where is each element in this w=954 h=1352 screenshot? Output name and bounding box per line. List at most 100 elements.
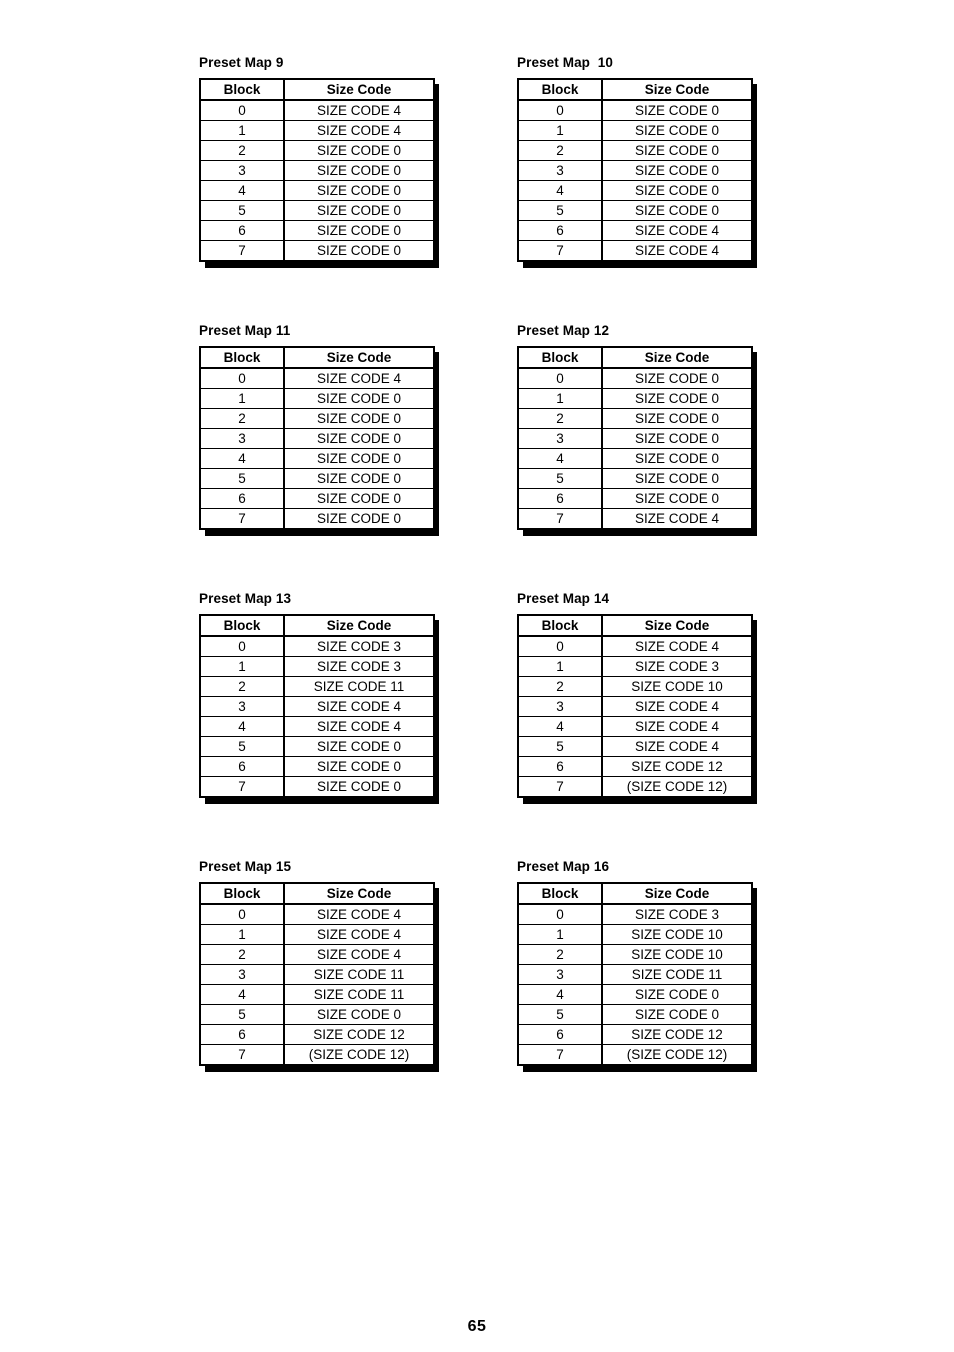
table-row-group-1: Preset Map 9 Block Size Code 0 SIZE CODE 41… xyxy=(199,55,819,268)
column-header-size-code: Size Code xyxy=(601,79,752,101)
table-shadow-wrapper: Block Size Code 0 SIZE CODE 3 1 SIZE CODE 32S… xyxy=(199,614,439,804)
column-header-block: Block xyxy=(200,79,285,101)
table-row: 1 SIZE CODE 3 xyxy=(518,656,752,677)
cell-size-code: SIZE CODE 0 xyxy=(283,408,434,429)
table-header-row: Block Size Code xyxy=(200,79,434,101)
cell-block: 4 xyxy=(518,448,603,469)
column-header-size-code: Size Code xyxy=(601,347,752,369)
table-row: 3 SIZE CODE 4 xyxy=(518,696,752,717)
table-body: Block Size Code 0 SIZE CODE 4 1 SIZE CODE 42S… xyxy=(200,883,434,1065)
preset-map-table: Block Size Code 0 SIZE CODE 3 1 SIZE CODE 10 2… xyxy=(517,882,753,1066)
cell-block: 6 xyxy=(200,756,285,777)
cell-size-code: SIZE CODE 3 xyxy=(601,656,752,677)
table-body: Block Size Code 0 SIZE CODE 4 1 SIZE CODE 02S… xyxy=(200,347,434,529)
cell-block: 1 xyxy=(200,388,285,409)
cell-size-code: SIZE CODE 12 xyxy=(283,1024,434,1045)
table-shadow-wrapper: Block Size Code 0 SIZE CODE 0 1 SIZE CODE 02S… xyxy=(517,346,757,536)
table-row: 2 SIZE CODE 4 xyxy=(200,944,434,965)
table-body: Block Size Code 0 SIZE CODE 4 1 SIZE CODE 32S… xyxy=(518,615,752,797)
cell-block: 6 xyxy=(200,220,285,241)
cell-block: 2 xyxy=(518,676,603,697)
cell-block: 1 xyxy=(200,656,285,677)
cell-size-code: SIZE CODE 4 xyxy=(283,903,434,925)
table-shadow-wrapper: Block Size Code 0 SIZE CODE 4 1 SIZE CODE 32S… xyxy=(517,614,757,804)
table-row: 2 SIZE CODE 0 xyxy=(200,408,434,429)
cell-block: 4 xyxy=(518,180,603,201)
preset-map-block-15: Preset Map 15 Block Size Code 0 SIZE CODE 4… xyxy=(199,859,439,1072)
table-row: 1 SIZE CODE 10 xyxy=(518,924,752,945)
table-row: 4 SIZE CODE 4 xyxy=(200,716,434,737)
cell-block: 0 xyxy=(200,903,285,925)
table-shadow-wrapper: Block Size Code 0 SIZE CODE 0 1 SIZE CODE 02S… xyxy=(517,78,757,268)
table-row: 5 SIZE CODE 0 xyxy=(518,1004,752,1025)
preset-map-title: Preset Map 11 xyxy=(199,323,291,338)
preset-map-title: Preset Map 14 xyxy=(517,591,610,606)
preset-map-block-12: Preset Map 12 Block Size Code 0 SIZE CODE 0… xyxy=(517,324,757,536)
table-row: 7 (SIZE CODE 12) xyxy=(200,1044,434,1065)
cell-block: 1 xyxy=(200,924,285,945)
cell-block: 2 xyxy=(200,408,285,429)
cell-block: 5 xyxy=(200,736,285,757)
cell-block: 6 xyxy=(518,488,603,509)
cell-block: 3 xyxy=(518,160,603,181)
table-row: 2 SIZE CODE 10 xyxy=(518,676,752,697)
table-row: 7 (SIZE CODE 12) xyxy=(518,1044,752,1065)
table-row: 0 SIZE CODE 3 xyxy=(518,903,752,925)
cell-size-code: SIZE CODE 11 xyxy=(283,676,434,697)
cell-size-code: SIZE CODE 0 xyxy=(601,388,752,409)
table-shadow-wrapper: Block Size Code 0 SIZE CODE 4 1 SIZE CODE 02S… xyxy=(199,346,439,536)
table-header-row: Block Size Code xyxy=(518,79,752,101)
cell-size-code: SIZE CODE 4 xyxy=(283,716,434,737)
table-row: 5 SIZE CODE 0 xyxy=(200,1004,434,1025)
column-header-block: Block xyxy=(518,615,603,637)
cell-block: 4 xyxy=(200,180,285,201)
preset-map-title: Preset Map 10 xyxy=(517,55,613,70)
cell-block: 3 xyxy=(518,428,603,449)
cell-size-code: SIZE CODE 0 xyxy=(283,240,434,261)
cell-size-code: (SIZE CODE 12) xyxy=(283,1044,434,1065)
cell-block: 4 xyxy=(200,716,285,737)
cell-size-code: SIZE CODE 0 xyxy=(601,99,752,121)
cell-block: 2 xyxy=(518,408,603,429)
cell-size-code: SIZE CODE 0 xyxy=(601,488,752,509)
cell-block: 2 xyxy=(200,944,285,965)
cell-block: 1 xyxy=(518,388,603,409)
cell-block: 7 xyxy=(200,776,285,797)
table-body: Block Size Code 0 SIZE CODE 3 1 SIZE CODE 32S… xyxy=(200,615,434,797)
cell-size-code: SIZE CODE 0 xyxy=(283,448,434,469)
cell-size-code: SIZE CODE 0 xyxy=(601,984,752,1005)
cell-size-code: SIZE CODE 3 xyxy=(283,635,434,657)
table-header-row: Block Size Code xyxy=(200,883,434,905)
cell-block: 5 xyxy=(518,468,603,489)
table-row: 5 SIZE CODE 0 xyxy=(200,468,434,489)
preset-map-title: Preset Map 15 xyxy=(199,859,292,874)
cell-block: 3 xyxy=(200,964,285,985)
table-row: 0 SIZE CODE 4 xyxy=(518,635,752,657)
cell-size-code: SIZE CODE 0 xyxy=(283,756,434,777)
cell-block: 7 xyxy=(200,508,285,529)
page-number: 65 xyxy=(467,1318,487,1335)
table-row: 2 SIZE CODE 0 xyxy=(518,408,752,429)
table-row: 7 SIZE CODE 4 xyxy=(518,508,752,529)
cell-size-code: SIZE CODE 4 xyxy=(601,508,752,529)
cell-block: 0 xyxy=(518,367,603,389)
cell-size-code: SIZE CODE 0 xyxy=(601,180,752,201)
cell-block: 5 xyxy=(200,468,285,489)
table-row: 4 SIZE CODE 0 xyxy=(518,448,752,469)
table-row: 7 (SIZE CODE 12) xyxy=(518,776,752,797)
preset-map-table: Block Size Code 0 SIZE CODE 4 1 SIZE CODE 42S… xyxy=(199,78,435,262)
table-row: 4 SIZE CODE 4 xyxy=(518,716,752,737)
table-row: 5 SIZE CODE 0 xyxy=(518,200,752,221)
cell-size-code: SIZE CODE 0 xyxy=(283,428,434,449)
preset-map-block-16: Preset Map 16 Block Size Code 0 SIZE CODE 3… xyxy=(517,860,757,1072)
column-header-block: Block xyxy=(200,615,285,637)
cell-block: 0 xyxy=(518,635,603,657)
cell-size-code: SIZE CODE 10 xyxy=(601,676,752,697)
table-header-row: Block Size Code xyxy=(200,347,434,369)
preset-map-table: Block Size Code 0 SIZE CODE 0 1 SIZE CODE 02S… xyxy=(517,78,753,262)
cell-size-code: SIZE CODE 4 xyxy=(601,220,752,241)
table-body: Block Size Code 0 SIZE CODE 0 1 SIZE CODE 02S… xyxy=(518,79,752,261)
cell-size-code: SIZE CODE 4 xyxy=(283,367,434,389)
column-header-size-code: Size Code xyxy=(283,347,434,369)
preset-map-block-11: Preset Map 11 Block Size Code 0 SIZE CODE 4… xyxy=(199,323,439,536)
